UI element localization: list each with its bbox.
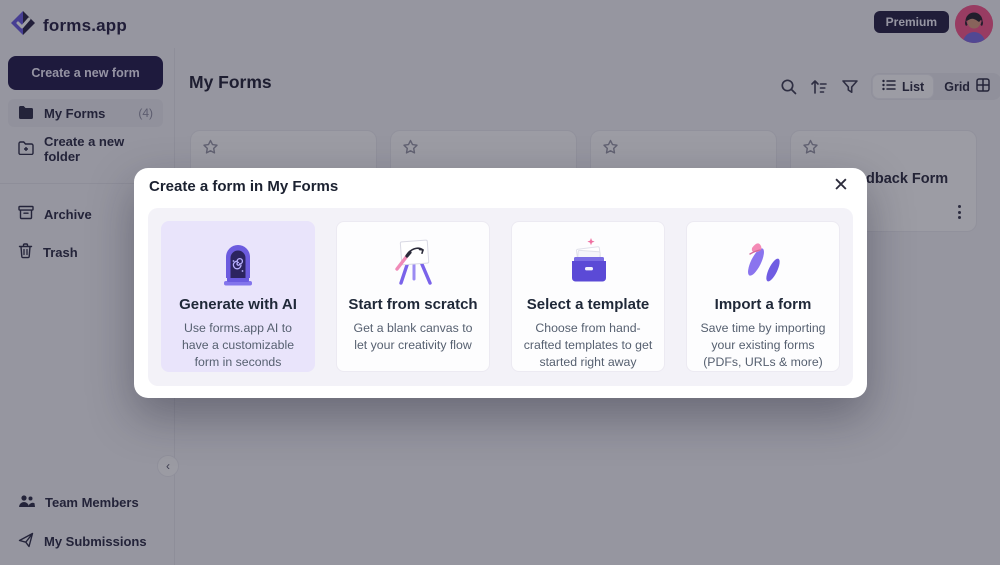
option-start-from-scratch[interactable]: Start from scratch Get a blank canvas to… xyxy=(336,221,490,372)
option-description: Use forms.app AI to have a customizable … xyxy=(162,320,314,371)
easel-icon xyxy=(337,232,489,290)
modal-title: Create a form in My Forms xyxy=(149,178,338,195)
close-icon[interactable]: ✕ xyxy=(829,174,853,198)
option-title: Start from scratch xyxy=(337,296,489,313)
create-form-modal: Create a form in My Forms ✕ Generate wit… xyxy=(134,168,867,398)
option-title: Generate with AI xyxy=(162,296,314,313)
option-title: Import a form xyxy=(687,296,839,313)
ai-portal-icon xyxy=(162,232,314,290)
option-title: Select a template xyxy=(512,296,664,313)
option-description: Get a blank canvas to let your creativit… xyxy=(337,320,489,354)
option-select-a-template[interactable]: Select a template Choose from hand-craft… xyxy=(511,221,665,372)
option-description: Save time by importing your existing for… xyxy=(687,320,839,371)
option-generate-with-ai[interactable]: Generate with AI Use forms.app AI to hav… xyxy=(161,221,315,372)
option-import-a-form[interactable]: Import a form Save time by importing you… xyxy=(686,221,840,372)
import-pen-icon xyxy=(687,232,839,290)
modal-options-panel: Generate with AI Use forms.app AI to hav… xyxy=(148,208,853,386)
option-description: Choose from hand-crafted templates to ge… xyxy=(512,320,664,371)
template-box-icon xyxy=(512,232,664,290)
